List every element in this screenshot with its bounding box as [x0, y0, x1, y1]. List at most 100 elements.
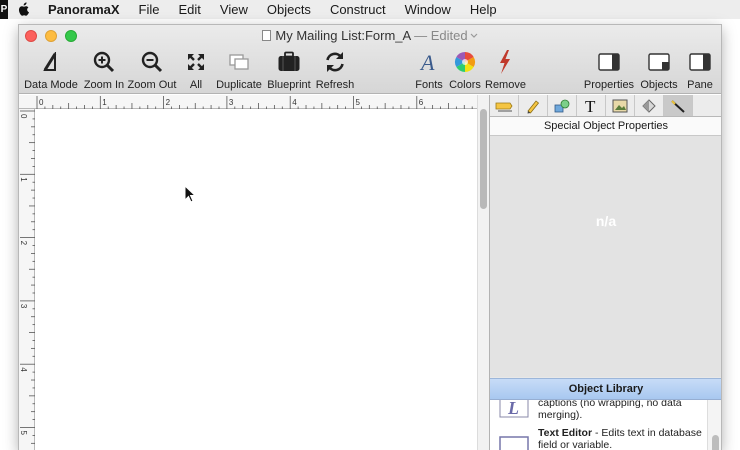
- text-field-icon: [495, 102, 513, 111]
- menu-app-name[interactable]: PanoramaX: [48, 2, 120, 17]
- refresh-button[interactable]: Refresh: [315, 47, 355, 93]
- menu-window[interactable]: Window: [405, 2, 451, 17]
- ruler-label: 1: [102, 98, 107, 107]
- canvas-scroll-thumb[interactable]: [480, 109, 487, 209]
- menu-bar: P PanoramaX File Edit View Objects Const…: [0, 0, 740, 19]
- menu-objects[interactable]: Objects: [267, 2, 311, 17]
- menu-file[interactable]: File: [139, 2, 160, 17]
- horizontal-ruler-ticks: 01234567: [36, 96, 487, 109]
- menu-help[interactable]: Help: [470, 2, 497, 17]
- diamond-icon: [642, 98, 656, 113]
- object-library-list[interactable]: L captions (no wrapping, no data merging…: [490, 400, 721, 450]
- tab-formula[interactable]: [519, 95, 548, 116]
- ruler-label: 4: [19, 367, 28, 372]
- remove-label: Remove: [485, 79, 526, 91]
- properties-toggle-button[interactable]: Properties: [583, 47, 635, 93]
- menu-construct[interactable]: Construct: [330, 2, 386, 17]
- tab-shapes[interactable]: [548, 95, 577, 116]
- zoom-out-icon: [141, 51, 163, 73]
- text-t-icon: T: [585, 98, 596, 114]
- shapes-icon: [554, 99, 570, 112]
- ruler-label: 3: [229, 98, 234, 107]
- duplicate-button[interactable]: Duplicate: [215, 47, 263, 93]
- magic-wand-icon: [671, 99, 685, 113]
- colors-button[interactable]: Colors: [447, 47, 483, 93]
- apple-icon[interactable]: [18, 2, 30, 16]
- fonts-button[interactable]: A Fonts: [411, 47, 447, 93]
- font-icon: A: [419, 51, 435, 73]
- zoom-out-label: Zoom Out: [127, 79, 177, 91]
- form-window: My Mailing List:Form_A — Edited Data Mod…: [19, 25, 721, 450]
- svg-text:T: T: [585, 98, 596, 114]
- window-title-text: My Mailing List:Form_A: [275, 28, 411, 43]
- mouse-pointer-icon: [184, 185, 196, 203]
- properties-label: Properties: [583, 79, 635, 91]
- form-canvas[interactable]: [35, 109, 477, 450]
- edited-status[interactable]: — Edited: [414, 28, 467, 43]
- no-selection-value: n/a: [595, 213, 617, 229]
- vertical-ruler[interactable]: 0 1 2 3 4 5: [19, 109, 35, 450]
- data-mode-button[interactable]: Data Mode: [23, 47, 79, 93]
- menu-view[interactable]: View: [220, 2, 248, 17]
- pane-tab-bar: T: [490, 95, 721, 117]
- duplicate-icon: [229, 54, 249, 70]
- ruler-label: 3: [19, 304, 28, 309]
- chevron-down-icon[interactable]: [470, 33, 478, 39]
- title-bar: My Mailing List:Form_A — Edited Data Mod…: [19, 25, 721, 94]
- zoom-in-label: Zoom In: [83, 79, 125, 91]
- pencil-icon: [527, 99, 540, 114]
- ruler-label: 1: [19, 177, 28, 182]
- library-scrollbar[interactable]: [707, 400, 721, 450]
- picture-icon: [612, 99, 628, 112]
- pane-toggle-button[interactable]: Pane: [683, 47, 717, 93]
- ruler-label: 4: [292, 98, 297, 107]
- zoom-in-icon: [93, 51, 115, 73]
- menu-edit[interactable]: Edit: [179, 2, 201, 17]
- objects-panel-icon: [648, 53, 670, 71]
- pane-label: Pane: [687, 79, 713, 91]
- blueprint-button[interactable]: Blueprint: [267, 47, 311, 93]
- tab-special[interactable]: [664, 95, 693, 116]
- text-display-icon: L: [499, 400, 529, 418]
- app-edge-badge: P: [0, 0, 8, 19]
- horizontal-ruler[interactable]: 01234567: [19, 95, 489, 109]
- zoom-out-button[interactable]: Zoom Out: [127, 47, 177, 93]
- ruler-label: 2: [19, 241, 28, 246]
- data-mode-label: Data Mode: [24, 79, 78, 91]
- list-item[interactable]: L captions (no wrapping, no data merging…: [490, 400, 707, 421]
- remove-button[interactable]: Remove: [485, 47, 526, 93]
- properties-pane: T Special Object Properties n/a Object L…: [489, 95, 721, 450]
- library-item-desc: captions (no wrapping, no data merging).: [538, 400, 682, 421]
- tab-image[interactable]: [606, 95, 635, 116]
- tab-fill[interactable]: [635, 95, 664, 116]
- lightning-icon: [500, 50, 510, 74]
- vertical-ruler-ticks: 0 1 2 3 4 5: [19, 110, 35, 444]
- ruler-label: 5: [356, 98, 361, 107]
- ruler-label: 0: [39, 98, 44, 107]
- tab-text[interactable]: T: [577, 95, 606, 116]
- pane-header: Special Object Properties: [490, 117, 721, 136]
- blueprint-label: Blueprint: [267, 79, 311, 91]
- document-icon: [262, 30, 272, 41]
- text-editor-icon: [499, 436, 529, 450]
- library-scroll-thumb[interactable]: [712, 435, 719, 450]
- zoom-all-button[interactable]: All: [183, 47, 209, 93]
- ruler-label: 5: [19, 431, 28, 436]
- svg-text:L: L: [507, 400, 519, 418]
- duplicate-label: Duplicate: [216, 79, 262, 91]
- svg-text:A: A: [419, 51, 435, 73]
- window-title: My Mailing List:Form_A — Edited: [19, 28, 721, 43]
- objects-toggle-button[interactable]: Objects: [639, 47, 679, 93]
- tab-text-properties[interactable]: [490, 95, 519, 116]
- list-item[interactable]: Text Editor - Edits text in database fie…: [490, 424, 707, 450]
- object-library-header[interactable]: Object Library: [490, 378, 721, 400]
- fonts-label: Fonts: [415, 79, 443, 91]
- data-mode-icon: [43, 52, 57, 71]
- canvas-vertical-scrollbar[interactable]: [477, 95, 489, 450]
- color-wheel-icon: [455, 52, 475, 72]
- refresh-label: Refresh: [315, 79, 355, 91]
- zoom-in-button[interactable]: Zoom In: [81, 47, 127, 93]
- library-item-title: Text Editor: [538, 427, 593, 439]
- properties-body: n/a: [490, 136, 721, 377]
- briefcase-icon: [278, 51, 300, 71]
